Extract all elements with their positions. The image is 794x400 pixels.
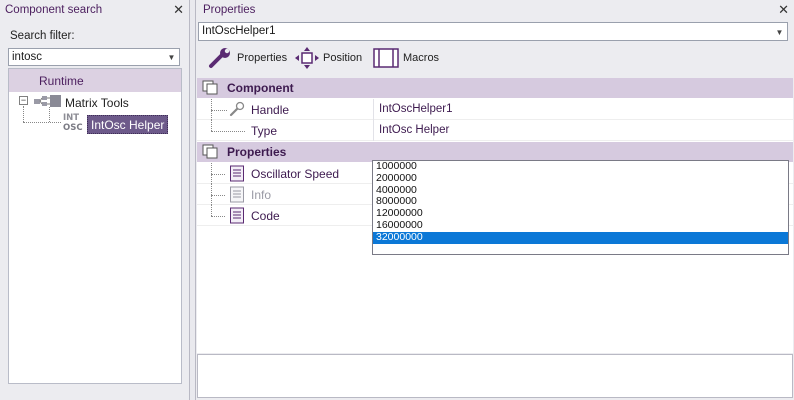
prop-row-type[interactable]: Type IntOsc Helper — [197, 120, 793, 141]
speed-option-selected[interactable]: 32000000 — [373, 231, 788, 244]
object-selector[interactable]: IntOscHelper1 ▼ — [198, 22, 788, 41]
tree-connector — [211, 205, 212, 216]
macros-icon — [373, 48, 399, 68]
chevron-down-icon[interactable]: ▼ — [772, 24, 787, 40]
properties-tab-label: Properties — [237, 52, 288, 64]
prop-name-oscillator-speed: Oscillator Speed — [251, 167, 340, 181]
tree-connector — [211, 131, 245, 132]
section-component-title: Component — [227, 81, 294, 95]
tree-connector — [211, 216, 225, 217]
wrench-icon — [229, 101, 245, 117]
tree-group-label[interactable]: Matrix Tools — [65, 96, 129, 110]
chevron-down-icon[interactable]: ▼ — [164, 49, 179, 65]
position-icon — [295, 47, 319, 69]
speed-option[interactable]: 2000000 — [373, 172, 788, 185]
prop-name-code: Code — [251, 209, 280, 223]
speed-option[interactable]: 4000000 — [373, 184, 788, 197]
section-component[interactable]: Component — [197, 78, 793, 98]
component-tree: Runtime − Matrix Tools INT OSC IntOsc He… — [8, 68, 182, 384]
position-tab-button[interactable]: Position — [294, 46, 362, 70]
component-search-title: Component search — [5, 4, 103, 16]
speed-option[interactable]: 8000000 — [373, 196, 788, 208]
prop-value-type: IntOsc Helper — [379, 124, 450, 136]
prop-name-type: Type — [251, 124, 278, 138]
section-collapse-icon — [202, 80, 218, 95]
close-icon[interactable]: ✕ — [173, 2, 184, 18]
position-tab-label: Position — [323, 52, 363, 64]
intosc-component-icon: INT OSC — [63, 113, 87, 133]
section-collapse-icon — [202, 144, 218, 159]
intosc-icon-top: INT — [63, 113, 80, 123]
macros-tab-button[interactable]: Macros — [372, 46, 439, 70]
tree-connector — [211, 195, 225, 196]
oscillator-speed-dropdown[interactable]: 1000000 2000000 4000000 8000000 12000000… — [372, 160, 789, 255]
tree-item-intosc-helper[interactable]: IntOsc Helper — [87, 115, 169, 134]
prop-value-handle[interactable]: IntOscHelper1 — [379, 103, 453, 115]
properties-tab-button[interactable]: Properties — [208, 46, 287, 70]
close-icon[interactable]: ✕ — [778, 2, 789, 18]
search-filter-input[interactable]: intosc ▼ — [8, 48, 180, 66]
matrix-tools-icon — [34, 95, 61, 107]
intosc-icon-bottom: OSC — [63, 123, 83, 133]
speed-option[interactable]: 1000000 — [373, 160, 788, 173]
tree-connector — [211, 110, 227, 111]
collapse-icon[interactable]: − — [19, 96, 28, 105]
document-icon — [230, 186, 244, 203]
section-properties[interactable]: Properties — [197, 142, 793, 162]
document-icon — [230, 207, 244, 224]
document-icon — [230, 165, 244, 182]
search-filter-label: Search filter: — [10, 30, 75, 42]
prop-name-handle: Handle — [251, 103, 290, 117]
properties-toolbar: Properties Position Macros — [196, 44, 794, 72]
tree-connector — [211, 174, 225, 175]
description-panel — [197, 354, 793, 398]
prop-row-handle[interactable]: Handle IntOscHelper1 — [197, 99, 793, 120]
tree-connector — [23, 122, 61, 123]
tree-root-row[interactable]: Runtime — [9, 69, 181, 92]
macros-tab-label: Macros — [403, 52, 440, 64]
speed-option[interactable]: 16000000 — [373, 219, 788, 232]
section-properties-title: Properties — [227, 145, 287, 159]
column-divider — [373, 99, 374, 120]
tree-connector — [211, 120, 212, 131]
prop-name-info: Info — [251, 188, 272, 202]
component-search-panel: Component search ✕ Search filter: intosc… — [0, 0, 190, 400]
object-selector-value: IntOscHelper1 — [202, 25, 276, 37]
tree-root-label: Runtime — [39, 74, 84, 88]
search-filter-value: intosc — [12, 51, 43, 63]
column-divider — [373, 120, 374, 141]
properties-panel-title: Properties — [203, 4, 256, 16]
wrench-icon — [209, 48, 230, 68]
tree-connector — [23, 106, 24, 122]
tree-connector — [49, 107, 50, 122]
speed-option[interactable]: 12000000 — [373, 207, 788, 220]
